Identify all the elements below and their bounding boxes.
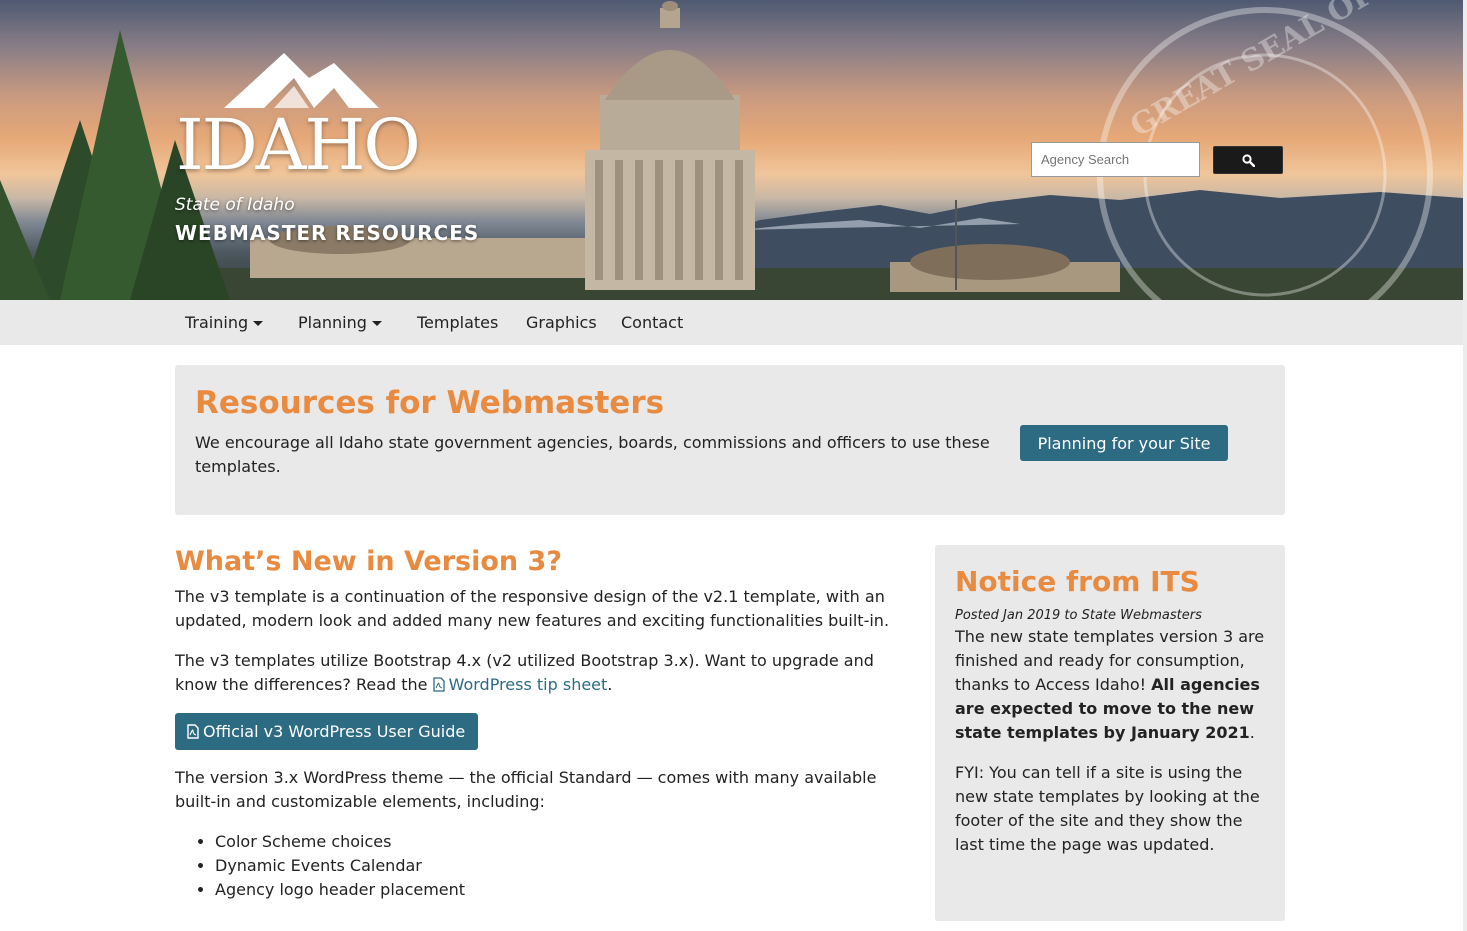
wordpress-tip-sheet-link[interactable]: WordPress tip sheet	[432, 675, 608, 694]
feature-list: Color Scheme choices Dynamic Events Cale…	[175, 830, 910, 902]
logo-wordmark: IDAHO	[176, 104, 421, 186]
header-banner: GREAT SEAL OF IDAHO State of Idaho WEBMA…	[0, 0, 1463, 300]
caret-down-icon	[371, 321, 382, 326]
list-item: Agency logo header placement	[215, 878, 910, 902]
notice-heading: Notice from ITS	[955, 565, 1200, 598]
scrollbar-track[interactable]	[1463, 0, 1467, 931]
nav-label: Planning	[298, 313, 367, 332]
nav-label: Training	[185, 313, 249, 332]
main-navigation: Training Planning Templates Graphics Con…	[0, 300, 1463, 345]
search-button[interactable]	[1213, 146, 1283, 174]
paragraph: The version 3.x WordPress theme — the of…	[175, 768, 877, 811]
state-label: State of Idaho	[175, 195, 295, 215]
nav-item-templates[interactable]: Templates	[417, 300, 498, 345]
link-label: WordPress tip sheet	[448, 675, 608, 694]
notice-text: .	[1249, 723, 1255, 742]
page-title: Resources for Webmasters	[195, 385, 665, 421]
seal-text: GREAT SEAL OF	[1125, 0, 1380, 144]
intro-text: We encourage all Idaho state government …	[195, 433, 990, 476]
nav-item-planning[interactable]: Planning	[298, 300, 382, 345]
search-icon	[1241, 153, 1255, 167]
pdf-icon	[187, 724, 199, 739]
nav-item-training[interactable]: Training	[185, 300, 264, 345]
notice-paragraph: The new state templates version 3 are fi…	[955, 625, 1265, 745]
site-title[interactable]: WEBMASTER RESOURCES	[175, 221, 479, 245]
list-item: Dynamic Events Calendar	[215, 854, 910, 878]
section-heading: What’s New in Version 3?	[175, 546, 562, 577]
pdf-icon	[432, 677, 445, 692]
paragraph: The v3 template is a continuation of the…	[175, 587, 890, 630]
list-item: Color Scheme choices	[215, 830, 910, 854]
paragraph: The v3 templates utilize Bootstrap 4.x (…	[175, 649, 910, 697]
search-input[interactable]	[1031, 142, 1200, 177]
main-content: What’s New in Version 3? The v3 template…	[175, 540, 910, 902]
posted-date: Posted Jan 2019 to State Webmasters	[955, 608, 1202, 623]
nav-item-graphics[interactable]: Graphics	[526, 300, 597, 345]
paragraph-text: .	[607, 675, 613, 694]
user-guide-button[interactable]: Official v3 WordPress User Guide	[175, 713, 478, 750]
notice-panel: Notice from ITS Posted Jan 2019 to State…	[935, 545, 1285, 921]
button-label: Official v3 WordPress User Guide	[203, 722, 466, 741]
planning-button[interactable]: Planning for your Site	[1020, 425, 1228, 461]
nav-item-contact[interactable]: Contact	[621, 300, 683, 345]
intro-panel: Resources for Webmasters We encourage al…	[175, 365, 1285, 515]
caret-down-icon	[253, 321, 264, 326]
fyi-paragraph: FYI: You can tell if a site is using the…	[955, 763, 1260, 854]
